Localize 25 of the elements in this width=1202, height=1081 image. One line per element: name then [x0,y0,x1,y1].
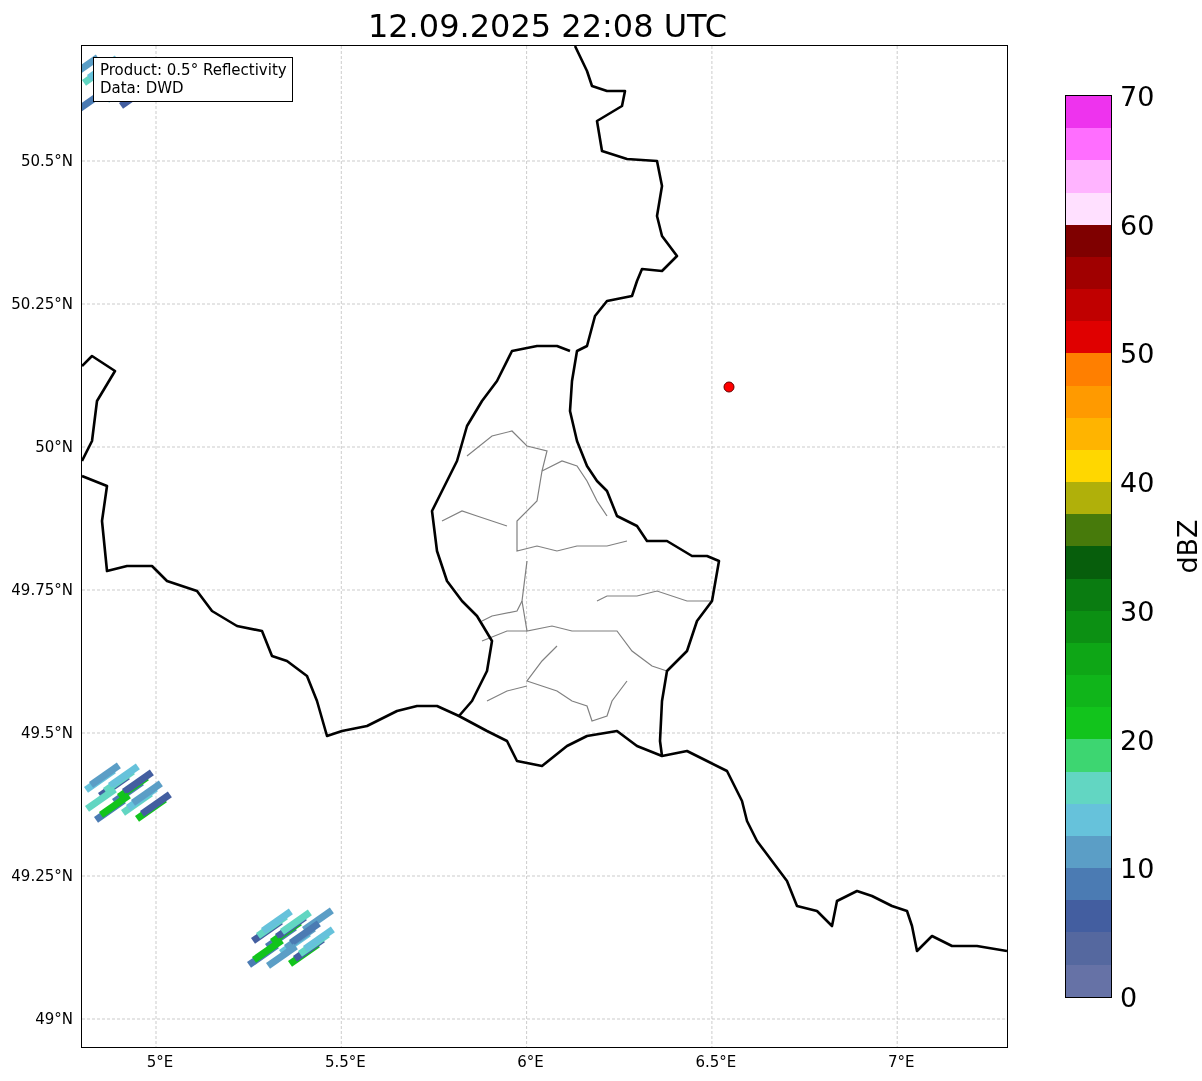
colorbar-tick-label: 30 [1120,597,1155,625]
colorbar-tick-label: 50 [1120,339,1155,367]
colorbar-label: dBZ [1171,519,1202,574]
chart-title: 12.09.2025 22:08 UTC [367,9,728,42]
colorbar-tick-label: 40 [1120,468,1155,496]
colorbar-tick-label: 70 [1120,82,1155,110]
info-text: Product: 0.5° Reflectivity [100,61,287,79]
latitude-label: 49.75°N [11,581,73,599]
info-text: Data: DWD [100,79,185,97]
latitude-label: 49.25°N [11,867,73,885]
colorbar-tick-label: 20 [1120,726,1155,754]
longitude-label: 5.5°E [324,1053,366,1071]
location-marker [723,381,735,393]
longitude-label: 6.5°E [695,1053,737,1071]
latitude-label: 50.25°N [11,295,73,313]
longitude-label: 7°E [887,1053,915,1071]
latitude-label: 50.5°N [20,152,73,170]
latitude-label: 50°N [35,438,73,456]
colorbar-tick-label: 0 [1120,983,1138,1011]
latitude-label: 49.5°N [20,724,73,742]
colorbar-tick-label: 60 [1120,211,1155,239]
colorbar-tick-label: 10 [1120,854,1155,882]
longitude-label: 6°E [517,1053,544,1071]
longitude-label: 5°E [146,1053,174,1071]
latitude-label: 49°N [35,1010,73,1028]
